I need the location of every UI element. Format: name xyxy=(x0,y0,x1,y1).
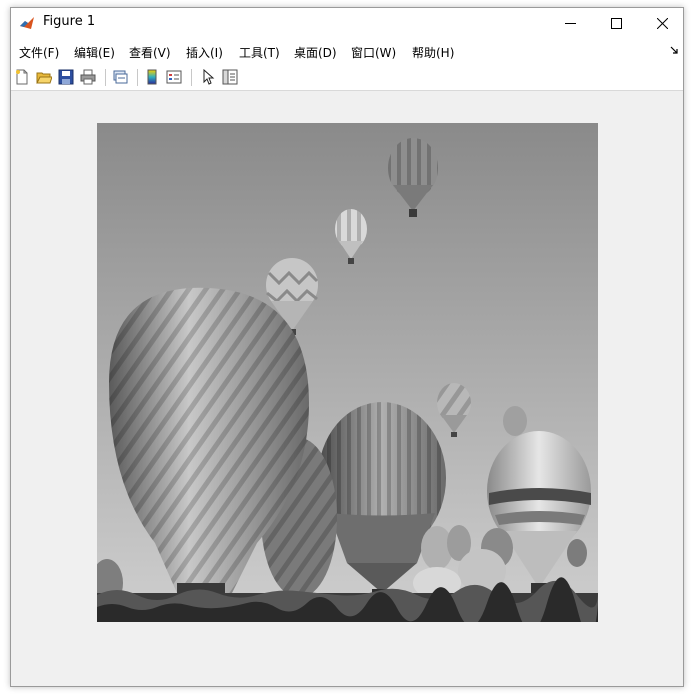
menu-edit[interactable]: 编辑(E) xyxy=(74,44,115,61)
figure-canvas[interactable] xyxy=(11,91,683,686)
print-icon xyxy=(80,69,96,85)
close-button[interactable] xyxy=(639,8,683,38)
maximize-icon xyxy=(610,17,622,29)
menu-help[interactable]: 帮助(H) xyxy=(412,44,454,61)
save-button[interactable] xyxy=(57,68,75,86)
print-button[interactable] xyxy=(79,68,97,86)
menu-window[interactable]: 窗口(W) xyxy=(351,44,396,61)
link-plot-icon xyxy=(113,70,128,84)
menu-insert[interactable]: 插入(I) xyxy=(186,44,223,61)
new-figure-button[interactable] xyxy=(13,68,31,86)
insert-colorbar-button[interactable] xyxy=(143,68,161,86)
balloons-image[interactable] xyxy=(97,123,598,622)
figure-toolbar xyxy=(11,63,683,91)
insert-legend-button[interactable] xyxy=(165,68,183,86)
close-icon xyxy=(656,17,668,29)
save-icon xyxy=(58,69,74,85)
dock-arrow-icon[interactable] xyxy=(670,46,679,55)
toolbar-separator xyxy=(105,69,106,86)
edit-plot-button[interactable] xyxy=(199,68,217,86)
new-figure-icon xyxy=(16,69,28,85)
toolbar-separator xyxy=(191,69,192,86)
property-inspector-button[interactable] xyxy=(221,68,239,86)
open-file-icon xyxy=(36,72,52,84)
toolbar-separator xyxy=(137,69,138,86)
balloon-far-right xyxy=(503,406,527,436)
matlab-logo-icon xyxy=(19,15,35,31)
maximize-button[interactable] xyxy=(593,8,639,38)
open-file-button[interactable] xyxy=(35,68,53,86)
property-inspector-icon xyxy=(222,69,238,85)
menu-view[interactable]: 查看(V) xyxy=(129,44,171,61)
minimize-icon xyxy=(564,22,576,24)
link-plot-button[interactable] xyxy=(111,68,129,86)
menu-desktop[interactable]: 桌面(D) xyxy=(294,44,337,61)
insert-legend-icon xyxy=(166,70,182,84)
insert-colorbar-icon xyxy=(147,69,157,85)
menu-tools[interactable]: 工具(T) xyxy=(239,44,280,61)
balloons-photo xyxy=(97,123,598,622)
menu-file[interactable]: 文件(F) xyxy=(19,44,59,61)
edit-plot-arrow-icon xyxy=(203,69,215,85)
minimize-button[interactable] xyxy=(547,8,593,38)
title-bar[interactable]: Figure 1 xyxy=(11,8,683,38)
window-title: Figure 1 xyxy=(43,14,96,29)
menu-bar: 文件(F) 编辑(E) 查看(V) 插入(I) 工具(T) 桌面(D) 窗口(W… xyxy=(11,38,683,63)
figure-window: Figure 1 文件(F) 编辑(E) 查看(V) 插入(I) 工具(T) 桌… xyxy=(10,7,684,687)
